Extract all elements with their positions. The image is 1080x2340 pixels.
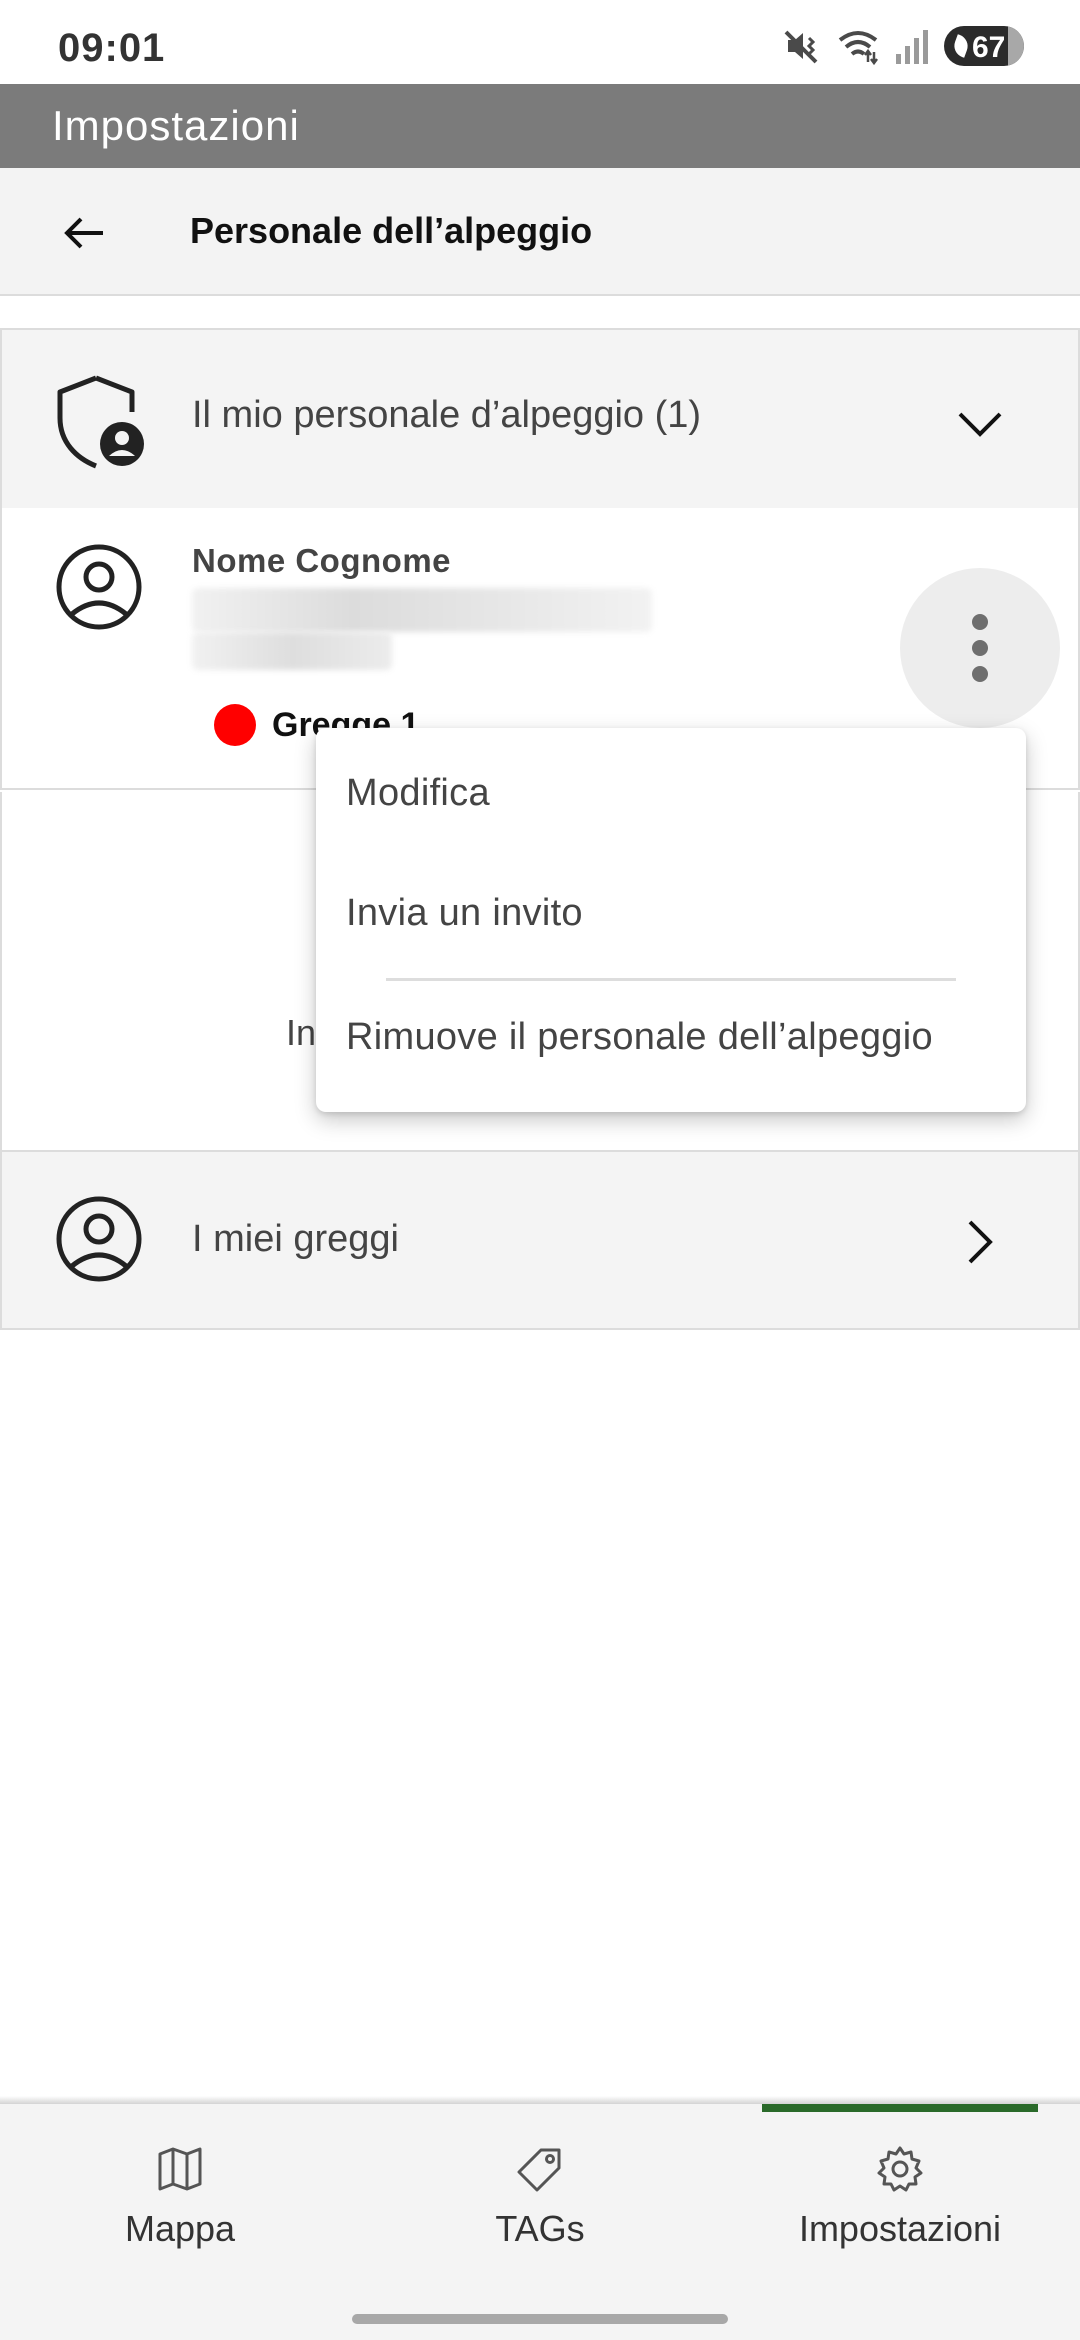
staff-section-title: Il mio personale d’alpeggio (1) [192,394,702,436]
context-menu: Modifica Invia un invito Rimuove il pers… [316,728,1026,1112]
menu-item-send-invite[interactable]: Invia un invito [346,892,583,935]
nav-label-settings: Impostazioni [798,2208,1002,2249]
my-herds-label: I miei greggi [192,1218,399,1260]
menu-item-remove-staff[interactable]: Rimuove il personale dell’alpeggio [346,1016,933,1059]
wifi-icon [838,31,878,66]
mute-vibrate-icon [784,30,818,64]
status-icons: 67 [782,26,1024,66]
active-tab-indicator [762,2104,1038,2112]
page-title: Personale dell’alpeggio [190,210,593,251]
my-herds-row[interactable]: I miei greggi [0,1150,1080,1330]
menu-item-edit[interactable]: Modifica [346,772,490,815]
herd-color-dot [214,704,256,746]
home-indicator[interactable] [352,2314,728,2324]
tag-icon [517,2148,561,2192]
app-title: Impostazioni [52,102,300,149]
battery-level: 67 [972,31,1006,64]
status-bar: 09:01 67 [0,0,1080,84]
shield-user-icon [57,375,144,469]
bottom-nav: Mappa TAGs Impostazioni [0,2104,1080,2340]
user-avatar-icon [56,544,142,630]
redacted-detail [192,588,652,632]
nav-item-tags[interactable]: TAGs [390,2144,690,2294]
nav-label-map: Mappa [124,2208,236,2249]
chevron-down-icon[interactable] [952,396,1008,452]
page-header: Personale dell’alpeggio [0,168,1080,296]
user-circle-icon [56,1196,142,1282]
more-options-button[interactable] [900,568,1060,728]
staff-section-header[interactable]: Il mio personale d’alpeggio (1) [0,328,1080,508]
app-bar: Impostazioni [0,84,1080,168]
gear-icon [877,2146,923,2192]
nav-item-settings[interactable]: Impostazioni [750,2144,1050,2294]
status-time: 09:01 [58,26,166,70]
staff-member-name: Nome Cognome [192,542,452,579]
map-icon [158,2147,202,2191]
signal-icon [896,30,928,64]
more-vertical-icon [972,614,988,630]
nav-label-tags: TAGs [495,2208,585,2249]
redacted-detail [192,632,392,670]
back-button[interactable] [50,198,120,268]
chevron-right-icon [968,1220,993,1264]
arrow-left-icon [64,217,103,249]
menu-divider [386,978,956,981]
nav-item-map[interactable]: Mappa [30,2144,330,2294]
battery-icon: 67 [944,26,1024,66]
